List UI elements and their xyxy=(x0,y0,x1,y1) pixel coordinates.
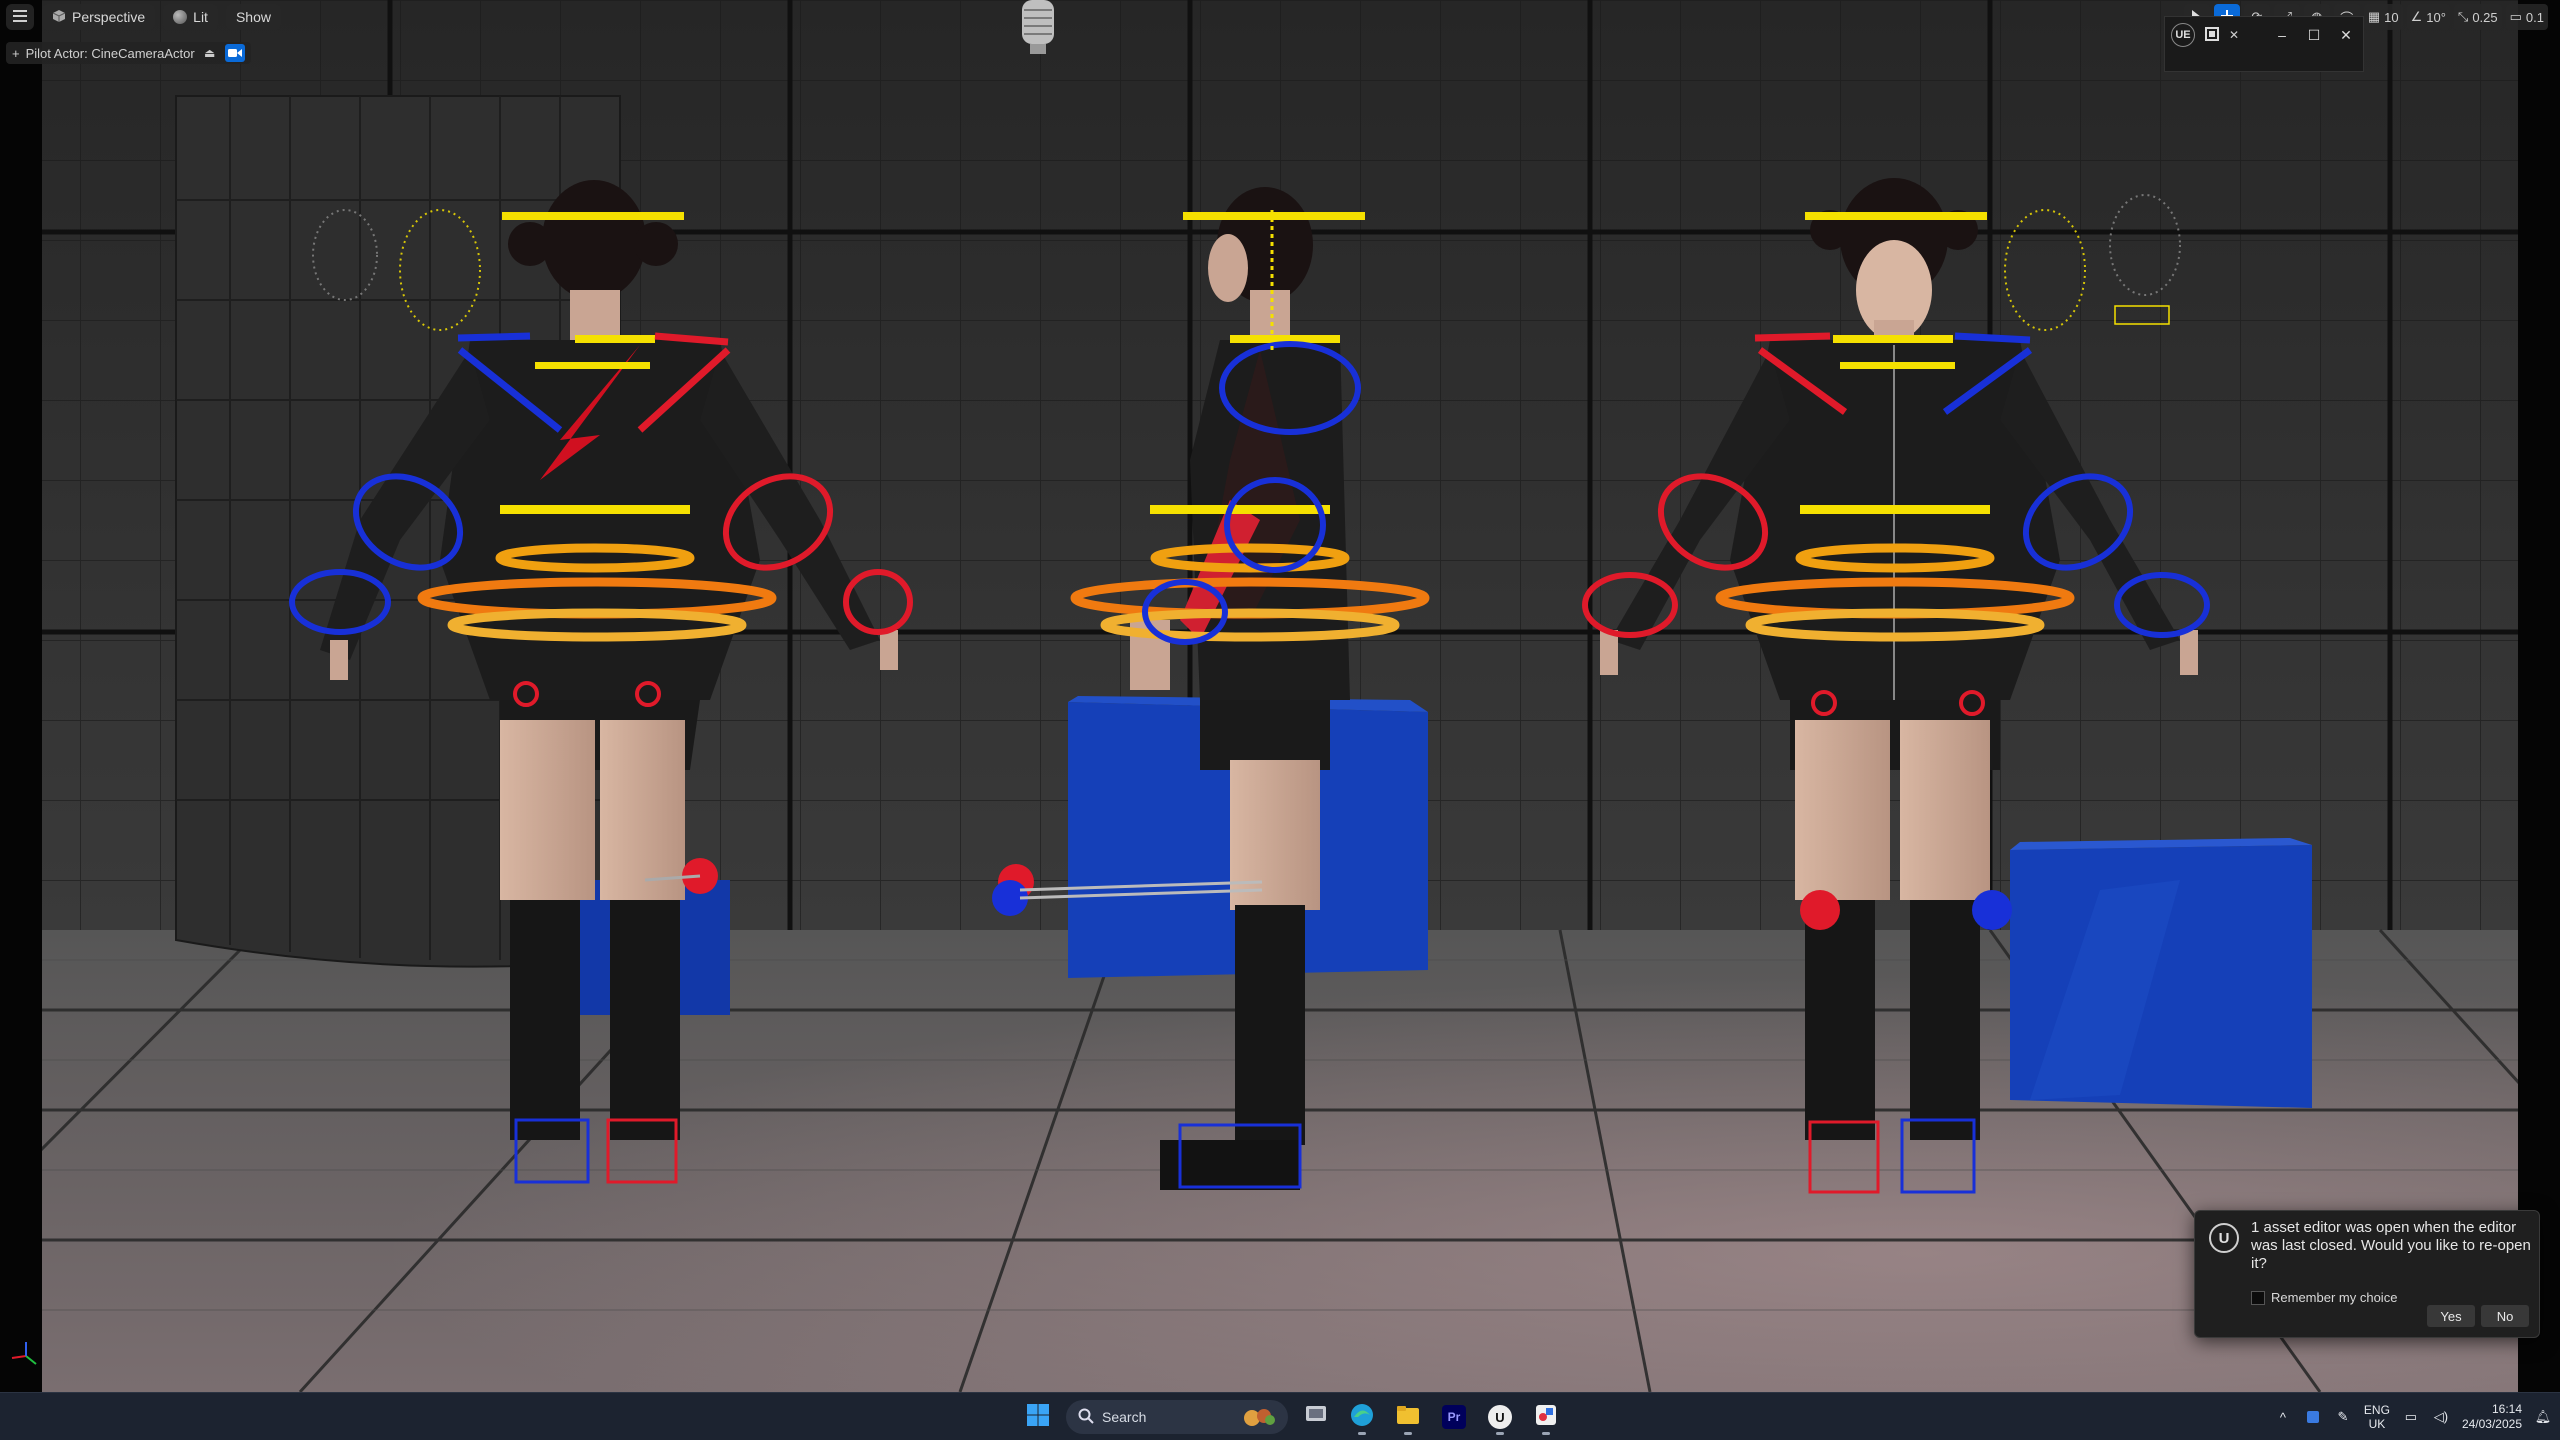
mini-window-tab-icon[interactable] xyxy=(2205,26,2219,44)
grid-icon: ▦ xyxy=(2367,9,2381,24)
task-view-icon xyxy=(1305,1405,1327,1430)
eject-icon: ⏏ xyxy=(204,46,216,60)
edge-button[interactable] xyxy=(1344,1399,1380,1435)
perspective-label: Perspective xyxy=(72,9,146,25)
windows-start-icon xyxy=(1026,1403,1050,1432)
camera-view-button[interactable] xyxy=(224,44,245,62)
lit-sphere-icon xyxy=(173,10,188,24)
unreal-logo-icon: UE xyxy=(2171,23,2195,47)
language-indicator[interactable]: ENG UK xyxy=(2364,1403,2390,1431)
network-icon[interactable]: ▭ xyxy=(2402,1408,2420,1426)
search-highlight-icon xyxy=(1242,1406,1276,1428)
camera-speed-button[interactable]: ▭ 0.1 xyxy=(2505,4,2548,30)
remember-choice-label: Remember my choice xyxy=(2271,1290,2398,1305)
grid-snap-button[interactable]: ▦ 10 xyxy=(2363,4,2403,30)
snip-tool-button[interactable] xyxy=(1528,1399,1564,1435)
pilot-actor-bar: + Pilot Actor: CineCameraActor ⏏ xyxy=(6,42,251,64)
scale-snap-button[interactable]: ⤡ 0.25 xyxy=(2453,4,2502,30)
scale-snap-icon: ⤡ xyxy=(2457,9,2469,24)
level-viewport[interactable]: Perspective Lit Show + Pilot Actor: Cine… xyxy=(0,0,2560,1392)
file-explorer-button[interactable] xyxy=(1390,1399,1426,1435)
app-tray-icon[interactable] xyxy=(2304,1408,2322,1426)
language-region: UK xyxy=(2368,1417,2386,1431)
grid-snap-value: 10 xyxy=(2384,9,2399,25)
minimize-window-icon[interactable]: – xyxy=(2271,27,2293,43)
no-button[interactable]: No xyxy=(2481,1305,2529,1327)
lit-label: Lit xyxy=(193,9,208,25)
viewport-toolbar-left: Perspective Lit Show xyxy=(6,4,281,30)
system-tray: ^ ✎ ENG UK ▭ ◁) 16:14 24/03/2025 🔔︎ xyxy=(2274,1393,2552,1440)
premiere-pro-button[interactable]: Pr xyxy=(1436,1399,1472,1435)
checkbox-box[interactable] xyxy=(2251,1290,2265,1305)
notification-buttons: Yes No xyxy=(2427,1305,2529,1327)
axis-gizmo-icon xyxy=(11,1342,37,1365)
edge-icon xyxy=(1350,1403,1374,1432)
clock[interactable]: 16:14 24/03/2025 xyxy=(2462,1402,2522,1432)
search-placeholder: Search xyxy=(1102,1409,1147,1425)
show-button[interactable]: Show xyxy=(225,4,281,30)
show-hidden-icons-chevron-icon[interactable]: ^ xyxy=(2274,1408,2292,1426)
file-explorer-icon xyxy=(1396,1405,1420,1430)
language-code: ENG xyxy=(2363,1403,2390,1417)
floating-editor-window[interactable]: UE ✕ – ☐ ✕ xyxy=(2164,16,2364,72)
search-icon xyxy=(1078,1408,1094,1427)
clock-date: 24/03/2025 xyxy=(2461,1417,2522,1431)
perspective-button[interactable]: Perspective xyxy=(42,4,156,30)
close-window-icon[interactable]: ✕ xyxy=(2335,27,2357,44)
show-label: Show xyxy=(235,9,271,25)
mini-window-titlebar: UE ✕ – ☐ ✕ xyxy=(2171,23,2357,47)
unreal-logo-icon: U xyxy=(2209,1223,2239,1253)
screen: Perspective Lit Show + Pilot Actor: Cine… xyxy=(0,0,2560,1440)
task-view-button[interactable] xyxy=(1298,1399,1334,1435)
snip-tool-icon xyxy=(1535,1404,1557,1431)
remember-choice-checkbox[interactable]: Remember my choice xyxy=(2251,1290,2397,1305)
taskbar-search-box[interactable]: Search xyxy=(1066,1400,1288,1434)
running-indicator xyxy=(1542,1432,1550,1435)
unreal-engine-button[interactable]: U xyxy=(1482,1399,1518,1435)
reopen-asset-notification: U 1 asset editor was open when the edito… xyxy=(2194,1210,2540,1338)
scale-snap-value: 0.25 xyxy=(2472,9,2498,25)
running-indicator xyxy=(1358,1432,1366,1435)
angle-icon: ∠ xyxy=(2410,9,2423,24)
view-mode-button[interactable]: Lit xyxy=(163,4,218,30)
running-indicator xyxy=(1404,1432,1412,1435)
rotation-snap-button[interactable]: ∠ 10° xyxy=(2406,4,2450,30)
yes-button[interactable]: Yes xyxy=(2427,1305,2475,1327)
unreal-engine-icon: U xyxy=(1488,1405,1512,1429)
ceiling-light-icon xyxy=(1022,0,1054,54)
premiere-pro-icon: Pr xyxy=(1442,1405,1466,1429)
rotation-snap-value: 10° xyxy=(2426,9,2446,25)
notifications-bell-icon[interactable]: 🔔︎ xyxy=(2534,1408,2552,1426)
windows-taskbar: Search Pr U ^ ✎ ENG UK ▭ ◁) 16:14 24/03/… xyxy=(0,1392,2560,1440)
mini-tab-close-icon[interactable]: ✕ xyxy=(2229,28,2239,42)
pilot-plus-icon: + xyxy=(12,45,20,61)
pilot-actor-label: Pilot Actor: CineCameraActor xyxy=(25,45,195,61)
cube-icon xyxy=(52,9,66,26)
video-camera-icon xyxy=(227,46,242,61)
hamburger-menu-icon xyxy=(13,9,27,25)
viewport-scene xyxy=(0,0,2560,1392)
running-indicator xyxy=(1496,1432,1504,1435)
taskbar-apps: Search Pr U xyxy=(1020,1399,1564,1435)
volume-icon[interactable]: ◁) xyxy=(2432,1408,2450,1426)
clock-time: 16:14 xyxy=(2491,1402,2522,1416)
camera-speed-value: 0.1 xyxy=(2525,9,2544,25)
notification-message: 1 asset editor was open when the editor … xyxy=(2251,1219,2531,1272)
pen-icon[interactable]: ✎ xyxy=(2334,1408,2352,1426)
maximize-window-icon[interactable]: ☐ xyxy=(2303,27,2325,44)
camera-icon: ▭ xyxy=(2509,9,2522,24)
viewport-options-button[interactable] xyxy=(6,4,34,30)
eject-pilot-button[interactable]: ⏏ xyxy=(201,44,219,62)
start-button[interactable] xyxy=(1020,1399,1056,1435)
